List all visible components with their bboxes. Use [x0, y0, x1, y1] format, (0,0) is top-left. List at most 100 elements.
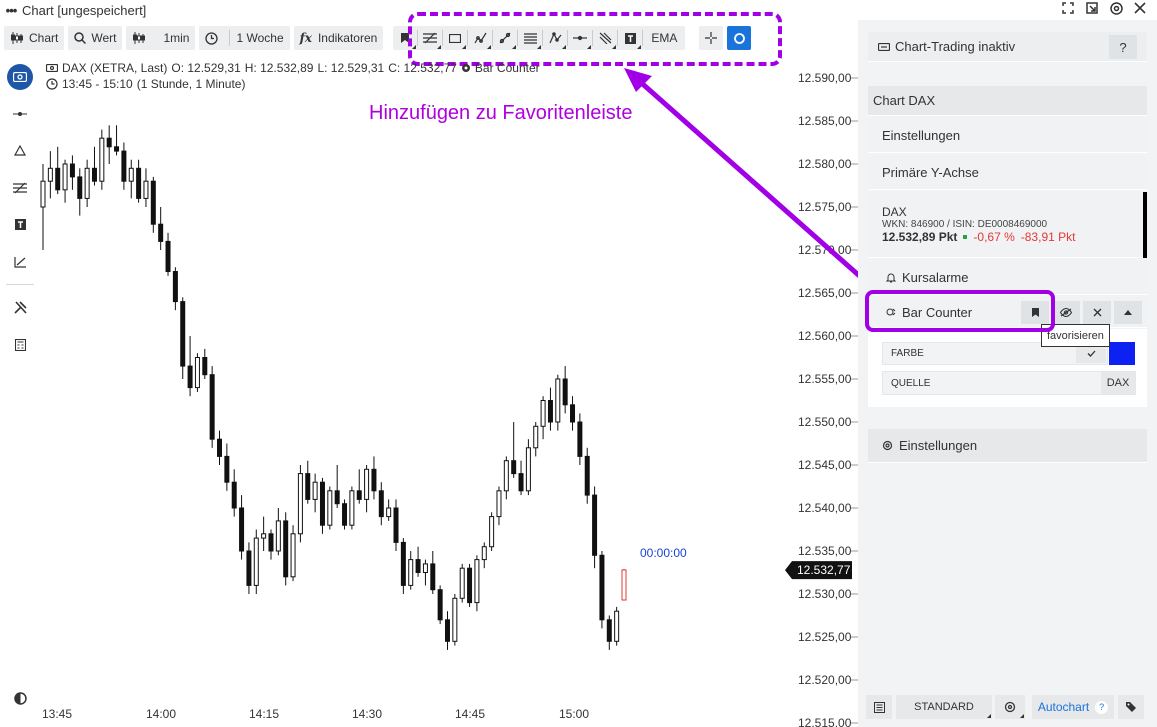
y-axis-label: Primäre Y-Achse	[882, 164, 979, 180]
list-icon	[873, 701, 885, 713]
sidebar-calculator-button[interactable]	[0, 326, 40, 363]
candle-body	[364, 468, 370, 500]
y-axis-row[interactable]: Primäre Y-Achse	[868, 155, 1147, 190]
section-title: Chart DAX	[873, 93, 936, 108]
candle-body	[187, 365, 193, 389]
bottom-bar: STANDARD Autochart ?	[866, 693, 1157, 721]
candle-body	[452, 597, 458, 642]
search-icon	[74, 32, 87, 44]
section-chart-dax: Chart DAX	[868, 86, 1147, 116]
candle-body	[239, 507, 245, 552]
help-button[interactable]: ?	[1109, 35, 1137, 59]
interval-type-button[interactable]	[126, 26, 157, 50]
collapse-button[interactable]	[1114, 301, 1142, 324]
instrument-name: DAX (XETRA, Last)	[62, 61, 168, 75]
autochart-help-icon[interactable]: ?	[1095, 700, 1109, 714]
candle-body	[511, 460, 517, 475]
candle-body	[283, 520, 289, 578]
sidebar-line-button[interactable]	[0, 95, 40, 132]
right-panel: Chart-Trading inaktiv ? Chart DAX Einste…	[858, 20, 1157, 727]
candle-body	[319, 481, 325, 526]
source-label: QUELLE	[891, 377, 931, 389]
candle-body	[459, 567, 465, 599]
sidebar-tools-button[interactable]	[0, 289, 40, 326]
indicators-button[interactable]: fx Indikatoren	[293, 26, 384, 50]
visibility-button[interactable]	[1052, 301, 1080, 324]
x-tick-label: 14:00	[146, 707, 176, 721]
fx-icon: fx	[299, 31, 312, 45]
sidebar-edit-button[interactable]	[0, 243, 40, 280]
trading-icon	[878, 42, 890, 51]
template-settings-button[interactable]	[995, 695, 1025, 719]
candle-body	[165, 240, 171, 272]
annotation-text: Hinzufügen zu Favoritenleiste	[369, 102, 633, 124]
window-menu-icon[interactable]: •••	[0, 3, 22, 18]
gear-small-icon	[1004, 701, 1016, 713]
detach-window-icon[interactable]	[1085, 1, 1099, 15]
value-search-button[interactable]: Wert	[68, 26, 123, 50]
drawing-tools-icon	[13, 182, 27, 193]
left-sidebar	[0, 58, 40, 727]
sidebar-theme-button[interactable]	[0, 680, 40, 717]
layout-button[interactable]	[866, 695, 892, 719]
autochart-button[interactable]: Autochart ?	[1032, 695, 1114, 719]
chart-trading-label: Chart-Trading inaktiv	[895, 39, 1016, 54]
sidebar-drawing-button[interactable]	[0, 169, 40, 206]
range-button[interactable]: 1 Woche	[230, 26, 289, 50]
interval-button[interactable]: 1min	[157, 26, 195, 50]
source-value[interactable]: DAX	[1101, 372, 1135, 394]
settings2-row[interactable]: Einstellungen	[868, 429, 1147, 463]
candlestick-interval-icon	[133, 32, 146, 44]
y-tick-label: 12.580,00	[798, 157, 852, 171]
dropdown-corner-icon	[987, 714, 991, 718]
candle-body	[342, 503, 348, 526]
dax-name: DAX	[882, 205, 907, 219]
candle-body	[489, 516, 495, 548]
candle-body	[40, 180, 46, 208]
standard-button[interactable]: STANDARD	[896, 695, 992, 719]
settings-row[interactable]: Einstellungen	[868, 118, 1147, 153]
settings-target-icon[interactable]	[1109, 1, 1123, 15]
source-field[interactable]: QUELLE DAX	[882, 371, 1136, 395]
candle-body	[106, 137, 112, 148]
sidebar-text-button[interactable]	[0, 206, 40, 243]
chart-trading-row[interactable]: Chart-Trading inaktiv ?	[868, 32, 1147, 62]
dax-info-row[interactable]: DAX WKN: 846900 / ISIN: DE0008469000 12.…	[868, 192, 1147, 258]
close-window-icon[interactable]	[1133, 1, 1147, 15]
help-label: ?	[1119, 39, 1127, 55]
candle-body	[99, 137, 105, 182]
tag-button[interactable]	[1118, 695, 1144, 719]
y-tick-label: 12.555,00	[798, 372, 852, 386]
remove-button[interactable]	[1083, 301, 1111, 324]
chart-type-button[interactable]: Chart	[4, 26, 65, 50]
candle-body	[614, 610, 620, 642]
candle-body	[525, 447, 531, 492]
clock-icon	[205, 31, 219, 45]
positive-dot-icon	[963, 235, 968, 239]
standard-label: STANDARD	[914, 701, 974, 713]
y-tick-label: 12.590,00	[798, 71, 852, 85]
candle-body	[217, 438, 223, 457]
candle-body	[349, 490, 355, 526]
range-label: 1 Woche	[236, 31, 284, 45]
sidebar-triangle-button[interactable]	[0, 132, 40, 169]
candle-body	[371, 468, 377, 492]
candle-body	[275, 520, 281, 552]
candle-body	[570, 404, 576, 423]
indicators-label: Indikatoren	[317, 31, 378, 45]
sidebar-divider	[6, 284, 34, 285]
candlestick-icon	[11, 32, 23, 44]
alarms-label: Kursalarme	[902, 269, 969, 285]
candle-body	[47, 167, 53, 182]
price-chart[interactable]: 12.590,00 12.585,00 12.580,00 12.575,00 12.5…	[40, 56, 858, 727]
instrument-icon	[46, 64, 58, 72]
sidebar-chart-button[interactable]	[0, 58, 40, 95]
range-clock-button[interactable]	[199, 26, 229, 50]
y-tick-label: 12.535,00	[798, 544, 852, 558]
candle-body	[386, 507, 392, 518]
color-swatch[interactable]	[1109, 342, 1135, 365]
candle-body	[327, 490, 333, 526]
chart-type-label: Chart	[29, 31, 59, 45]
candle-body	[540, 400, 546, 427]
fullscreen-icon[interactable]	[1061, 1, 1075, 15]
